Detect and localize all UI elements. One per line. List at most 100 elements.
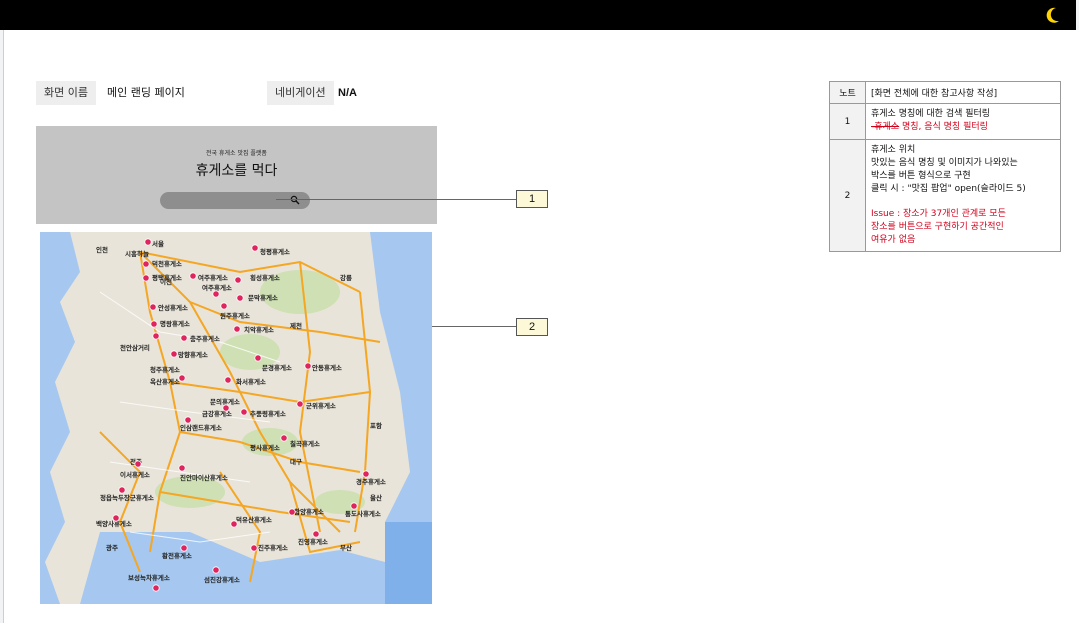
sea-highlight [385, 522, 432, 604]
map-label: 울산 [370, 493, 382, 502]
map-view[interactable]: 서울 청평휴게소 인천 시흥하늘 덕천휴게소 여주휴게소 횡성휴게소 여주휴게소… [40, 232, 432, 604]
navigation-label: 네비게이션 [267, 81, 334, 105]
map-label: 포항 [370, 421, 382, 430]
map-pin[interactable] [134, 460, 142, 468]
map-pin[interactable] [170, 350, 178, 358]
map-pin[interactable] [152, 332, 160, 340]
search-input[interactable] [160, 192, 310, 209]
table-row: 2 휴게소 위치 맛있는 음식 명칭 및 이미지가 나와있는 박스를 버튼 형식… [829, 139, 1061, 252]
map-pin[interactable] [224, 376, 232, 384]
map-label: 부산 [340, 543, 352, 552]
map-pin[interactable] [184, 416, 192, 424]
map-label: 덕유산휴게소 [236, 515, 272, 524]
map-label: 광주 [106, 543, 118, 552]
map-label: 평택휴게소 [152, 273, 182, 282]
notes-header-no: 노트 [829, 81, 866, 104]
map-label: 섬진강휴게소 [204, 575, 240, 584]
moon-icon[interactable] [1044, 6, 1062, 24]
map-pin[interactable] [220, 302, 228, 310]
map-label: 명왕휴게소 [160, 319, 190, 328]
map-pin[interactable] [142, 260, 150, 268]
map-pin[interactable] [350, 502, 358, 510]
map-label: 강릉 [340, 273, 352, 282]
map-pin[interactable] [233, 325, 241, 333]
map-label: 청주휴게소 [150, 365, 180, 374]
korea-map[interactable]: 서울 청평휴게소 인천 시흥하늘 덕천휴게소 여주휴게소 횡성휴게소 여주휴게소… [40, 232, 432, 604]
map-label: 보성녹차휴게소 [128, 573, 170, 582]
note-text-red: -휴게소 명칭, 음식 명칭 필터링 [871, 121, 1055, 134]
note-text-strike: -휴게소 [871, 122, 900, 132]
map-pin[interactable] [142, 274, 150, 282]
map-pin[interactable] [312, 530, 320, 538]
map-label: 청평휴게소 [260, 247, 290, 256]
map-label: 대구 [290, 457, 302, 466]
map-label: 옥산휴게소 [150, 377, 180, 386]
map-pin[interactable] [250, 544, 258, 552]
map-label: 함양휴게소 [294, 507, 324, 516]
map-label: 경주휴게소 [356, 477, 386, 486]
map-label: 충주휴게소 [190, 334, 220, 343]
note-issue: 여유가 없음 [871, 235, 916, 245]
map-pin[interactable] [304, 362, 312, 370]
map-pin[interactable] [178, 464, 186, 472]
map-label: 치악휴게소 [244, 325, 274, 334]
map-label: 덕천휴게소 [152, 259, 182, 268]
map-pin[interactable] [212, 566, 220, 574]
map-pin[interactable] [362, 470, 370, 478]
storyboard-sheet: 화면 이름 메인 랜딩 페이지 네비게이션 N/A 전국 휴게소 맛집 플랫폼 … [3, 30, 1079, 623]
map-label: 추풍령휴게소 [250, 409, 286, 418]
map-pin[interactable] [230, 520, 238, 528]
note-text-rest: 명칭, 음식 명칭 필터링 [899, 122, 988, 132]
map-pin[interactable] [152, 584, 160, 592]
map-label: 망향휴게소 [178, 350, 208, 359]
map-pin[interactable] [240, 408, 248, 416]
map-pin[interactable] [254, 354, 262, 362]
note-text: 휴게소 위치 [871, 145, 916, 155]
map-pin[interactable] [296, 400, 304, 408]
map-pin[interactable] [144, 238, 152, 246]
map-pin[interactable] [178, 374, 186, 382]
map-pin[interactable] [118, 486, 126, 494]
map-pin[interactable] [280, 434, 288, 442]
map-pin[interactable] [234, 276, 242, 284]
hero-title: 휴게소를 먹다 [195, 163, 278, 179]
map-pin[interactable] [288, 508, 296, 516]
map-label: 진영휴게소 [298, 537, 328, 546]
map-pin[interactable] [251, 244, 259, 252]
note-number: 1 [829, 103, 866, 140]
search-icon[interactable] [290, 195, 300, 205]
map-pin[interactable] [189, 272, 197, 280]
map-pin[interactable] [180, 544, 188, 552]
map-label: 안성휴게소 [158, 303, 188, 312]
map-label: 제천 [290, 321, 302, 330]
screen-name-value: 메인 랜딩 페이지 [107, 86, 185, 99]
map-pin[interactable] [236, 294, 244, 302]
map-label: 원주휴게소 [220, 311, 250, 320]
map-label: 인천 [96, 245, 108, 254]
note-text: 휴게소 명칭에 대한 검색 필터링 [871, 109, 991, 119]
map-label: 안동휴게소 [312, 363, 342, 372]
note-number: 2 [829, 139, 866, 252]
notes-header-row: 노트 [화면 전체에 대한 참고사항 작성] [829, 81, 1061, 104]
map-pin[interactable] [212, 290, 220, 298]
note-issue: Issue : 장소가 37개인 관계로 모든 [871, 209, 1006, 219]
note-text: 클릭 시 : "맛집 팝업" open(슬라이드 5) [871, 184, 1026, 194]
map-label: 칠곡휴게소 [290, 439, 320, 448]
map-label: 황전휴게소 [162, 551, 192, 560]
callout-marker-2: 2 [516, 318, 548, 336]
map-label: 인삼랜드휴게소 [180, 423, 222, 432]
map-pin[interactable] [222, 404, 230, 412]
map-pin[interactable] [149, 303, 157, 311]
map-label: 군위휴게소 [306, 401, 336, 410]
map-label: 천안삼거리 [120, 343, 150, 352]
note-text: 박스를 버튼 형식으로 구현 [871, 171, 971, 181]
table-row: 1 휴게소 명칭에 대한 검색 필터링 -휴게소 명칭, 음식 명칭 필터링 [829, 103, 1061, 140]
notes-header-desc: [화면 전체에 대한 참고사항 작성] [865, 81, 1061, 104]
map-pin[interactable] [150, 320, 158, 328]
callout-marker-1: 1 [516, 190, 548, 208]
map-label: 통도사휴게소 [345, 509, 381, 518]
map-pin[interactable] [112, 514, 120, 522]
map-pin[interactable] [180, 334, 188, 342]
note-description: 휴게소 위치 맛있는 음식 명칭 및 이미지가 나와있는 박스를 버튼 형식으로… [865, 139, 1061, 252]
map-label: 문경휴게소 [262, 363, 292, 372]
